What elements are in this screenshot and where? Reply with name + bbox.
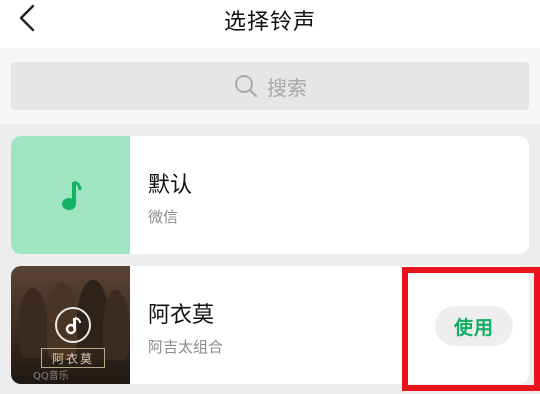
album-cover: 阿衣莫 QQ音乐 — [11, 266, 130, 384]
search-area: 搜索 — [0, 48, 540, 124]
watermark: QQ音乐 — [33, 371, 69, 382]
album-title: 阿衣莫 — [41, 348, 105, 368]
highlight-box — [402, 267, 540, 391]
ringtone-item-default[interactable]: 默认 微信 — [11, 136, 529, 254]
search-icon — [235, 75, 258, 98]
search-placeholder: 搜索 — [267, 75, 307, 100]
search-input[interactable]: 搜索 — [11, 62, 529, 110]
ringtone-name: 默认 — [148, 173, 193, 198]
ringtone-name: 阿衣莫 — [148, 303, 215, 328]
ringtone-artist: 阿吉太组合 — [148, 338, 224, 356]
play-note-icon — [55, 307, 91, 343]
music-note-icon — [61, 180, 81, 210]
ringtone-thumbnail — [11, 136, 130, 254]
ringtone-artist: 微信 — [148, 208, 179, 226]
page-title: 选择铃声 — [223, 10, 316, 35]
top-bar: 选择铃声 — [0, 0, 540, 48]
